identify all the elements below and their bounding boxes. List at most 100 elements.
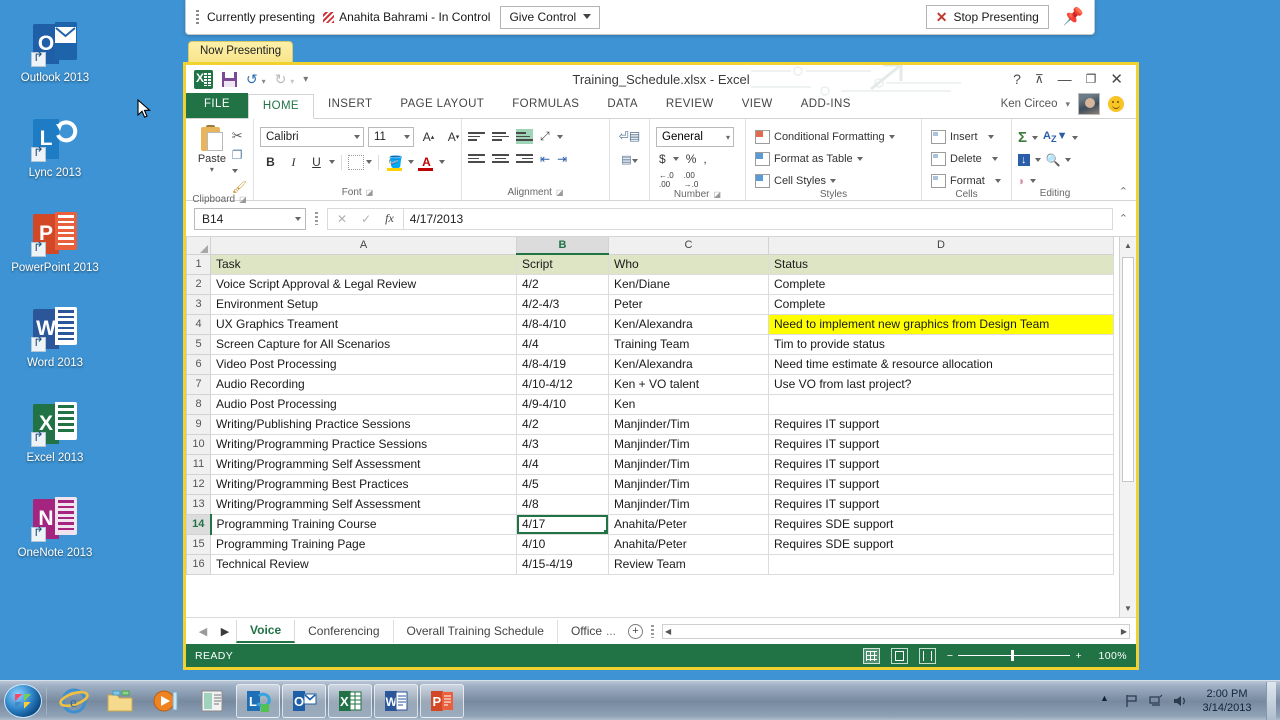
row-header[interactable]: 13 [186, 493, 211, 515]
font-name-input[interactable]: Calibri [260, 127, 364, 147]
format-cells-button[interactable]: Format [928, 173, 1004, 189]
save-icon[interactable] [222, 71, 237, 87]
row-header[interactable]: 4 [186, 313, 211, 335]
zoom-out-icon[interactable]: − [947, 650, 954, 662]
cell-a4[interactable]: UX Graphics Treament [210, 314, 517, 335]
align-right-icon[interactable] [516, 151, 533, 166]
align-middle-icon[interactable] [492, 129, 509, 144]
cell-b14-active[interactable]: 4/17 [516, 514, 609, 535]
vertical-scrollbar[interactable]: ▲ ▼ [1119, 237, 1136, 617]
taskbar-excel[interactable]: X [328, 683, 372, 718]
cell-b16[interactable]: 4/15-4/19 [516, 554, 609, 575]
volume-icon[interactable] [1172, 693, 1188, 709]
orientation-icon[interactable]: ⤢ [540, 129, 550, 144]
minimize-button[interactable]: — [1058, 71, 1072, 87]
tab-add-ins[interactable]: ADD-INS [787, 93, 865, 118]
select-all-corner[interactable] [186, 237, 211, 255]
tab-page-layout[interactable]: PAGE LAYOUT [386, 93, 498, 118]
drag-grip-icon[interactable] [196, 10, 199, 24]
cell-d7[interactable]: Use VO from last project? [768, 374, 1114, 395]
format-as-table-button[interactable]: Format as Table [752, 151, 866, 167]
column-header-c[interactable]: C [608, 237, 769, 255]
avatar[interactable] [1078, 93, 1100, 115]
column-header-a[interactable]: A [210, 237, 517, 255]
next-sheet-icon[interactable]: ▶ [214, 625, 236, 638]
row-header[interactable]: 7 [186, 373, 211, 395]
pin-icon[interactable]: 📌 [1063, 7, 1084, 27]
row-header[interactable]: 8 [186, 393, 211, 415]
sheet-tab-overall-training-schedule[interactable]: Overall Training Schedule [394, 619, 558, 643]
decrease-indent-icon[interactable]: ⇤ [540, 152, 550, 166]
sheet-tabs-overflow[interactable]: ... [602, 624, 620, 638]
taskbar-sticky-notes[interactable] [190, 684, 234, 718]
cell-d10[interactable]: Requires IT support [768, 434, 1114, 455]
tab-split-grip[interactable] [650, 624, 654, 638]
tab-file[interactable]: FILE [186, 93, 248, 118]
cell-b1[interactable]: Script [516, 254, 609, 275]
font-size-input[interactable]: 11 [368, 127, 414, 147]
tab-view[interactable]: VIEW [728, 93, 787, 118]
column-header-d[interactable]: D [768, 237, 1114, 255]
increase-font-size-icon[interactable]: A ▴ [418, 127, 439, 147]
desktop-icon-onenote[interactable]: N OneNote 2013 [0, 495, 110, 560]
dialog-launcher-icon[interactable]: ◪ [556, 188, 564, 197]
cell-c6[interactable]: Ken/Alexandra [608, 354, 769, 375]
cut-icon[interactable]: ✂ [232, 128, 247, 144]
comma-format-icon[interactable]: , [703, 152, 706, 166]
expand-formula-bar-icon[interactable]: ⌃ [1119, 212, 1128, 225]
cell-b8[interactable]: 4/9-4/10 [516, 394, 609, 415]
autosum-icon[interactable]: Σ [1018, 129, 1027, 146]
fill-color-icon[interactable]: 🪣 [385, 152, 406, 172]
zoom-in-icon[interactable]: + [1075, 650, 1082, 662]
italic-button[interactable]: I [283, 152, 304, 172]
dialog-launcher-icon[interactable]: ◪ [366, 188, 374, 197]
cell-b15[interactable]: 4/10 [516, 534, 609, 555]
zoom-slider[interactable]: − + [947, 650, 1082, 662]
zoom-track[interactable] [958, 650, 1071, 661]
clear-icon[interactable]: ◗ [1018, 174, 1025, 188]
cell-a13[interactable]: Writing/Programming Self Assessment [210, 494, 517, 515]
redo-icon[interactable]: ↻ ▾ [275, 71, 295, 88]
desktop-icon-excel[interactable]: X Excel 2013 [0, 400, 110, 465]
tab-formulas[interactable]: FORMULAS [498, 93, 593, 118]
dialog-launcher-icon[interactable]: ◪ [239, 195, 247, 204]
borders-icon[interactable] [348, 154, 364, 170]
cell-a2[interactable]: Voice Script Approval & Legal Review [210, 274, 517, 295]
cell-c4[interactable]: Ken/Alexandra [608, 314, 769, 335]
chevron-down-icon[interactable] [439, 160, 445, 164]
decrease-font-size-icon[interactable]: A ▾ [443, 127, 464, 147]
ribbon-display-options-icon[interactable]: ⊼ [1035, 72, 1044, 86]
dialog-launcher-icon[interactable]: ◪ [714, 190, 722, 199]
action-center-flag-icon[interactable] [1124, 693, 1140, 709]
cell-d2[interactable]: Complete [768, 274, 1114, 295]
cell-d12[interactable]: Requires IT support [768, 474, 1114, 495]
cell-b7[interactable]: 4/10-4/12 [516, 374, 609, 395]
feedback-smiley-icon[interactable] [1108, 96, 1124, 112]
name-box[interactable]: B14 [194, 207, 306, 230]
chevron-down-icon[interactable] [408, 160, 414, 164]
sheet-tab-office[interactable]: Office [558, 620, 602, 643]
cell-d1[interactable]: Status [768, 254, 1114, 275]
cell-c10[interactable]: Manjinder/Tim [608, 434, 769, 455]
taskbar-lync[interactable]: L [236, 683, 280, 718]
tab-home[interactable]: HOME [247, 94, 314, 119]
tab-data[interactable]: DATA [593, 93, 652, 118]
cell-c15[interactable]: Anahita/Peter [608, 534, 769, 555]
cell-c14[interactable]: Anahita/Peter [608, 514, 769, 535]
cell-c3[interactable]: Peter [608, 294, 769, 315]
restore-button[interactable]: ❐ [1086, 72, 1097, 86]
align-left-icon[interactable] [468, 151, 485, 166]
cell-c5[interactable]: Training Team [608, 334, 769, 355]
align-bottom-icon[interactable] [516, 129, 533, 144]
copy-icon[interactable]: ❐ [231, 148, 247, 176]
cell-a16[interactable]: Technical Review [210, 554, 517, 575]
cell-b6[interactable]: 4/8-4/19 [516, 354, 609, 375]
format-painter-icon[interactable]: 🖌 [232, 180, 247, 194]
cell-d11[interactable]: Requires IT support [768, 454, 1114, 475]
desktop-icon-powerpoint[interactable]: P PowerPoint 2013 [0, 210, 110, 275]
sort-filter-icon[interactable]: AZ▼ [1043, 130, 1067, 144]
font-color-icon[interactable]: A [416, 152, 437, 172]
cell-b10[interactable]: 4/3 [516, 434, 609, 455]
horizontal-scrollbar[interactable]: ◀ ▶ [661, 623, 1130, 639]
scroll-left-icon[interactable]: ◀ [665, 627, 671, 636]
